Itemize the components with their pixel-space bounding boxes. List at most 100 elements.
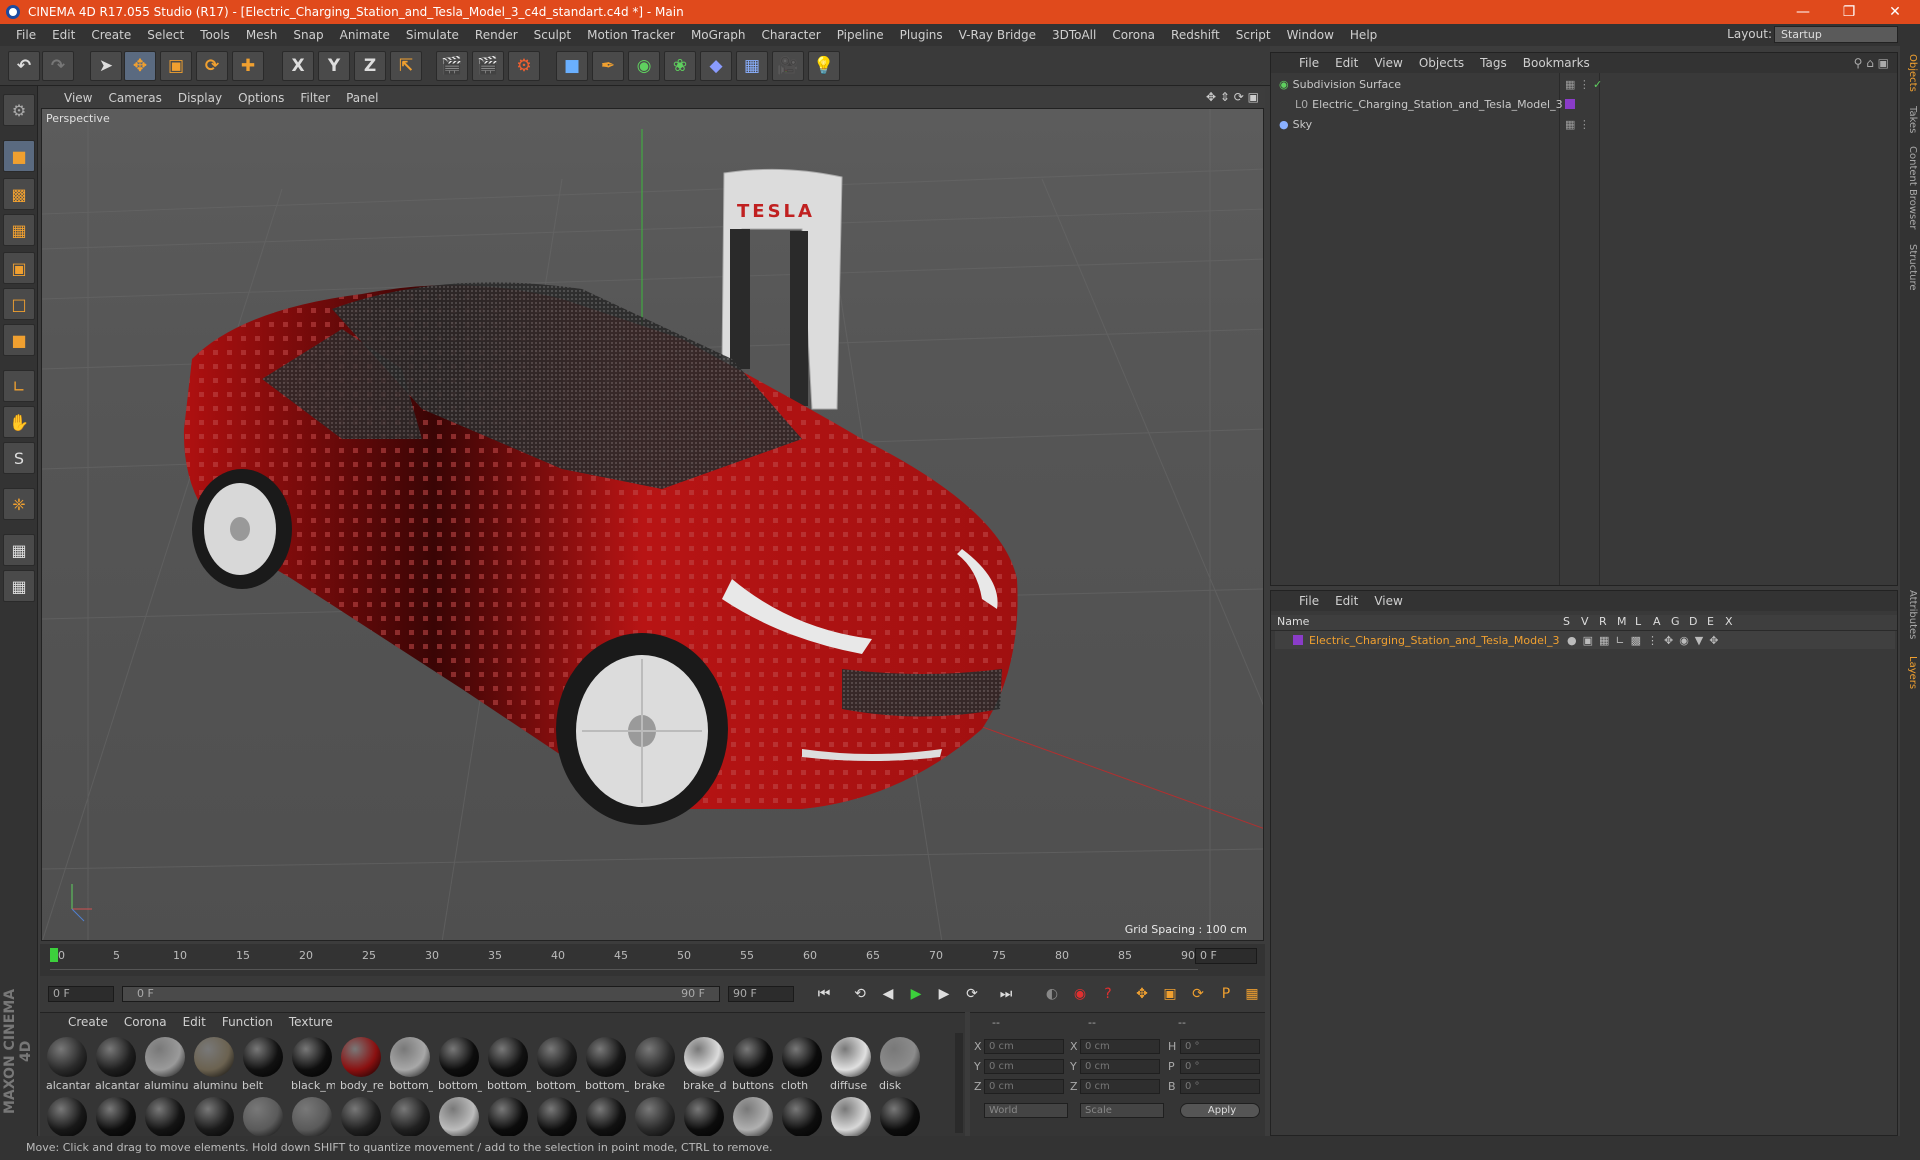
magnet-icon[interactable]: ❈ [3,488,35,520]
menu-simulate[interactable]: Simulate [398,28,467,42]
material-swatch[interactable] [485,1095,531,1137]
menu-animate[interactable]: Animate [332,28,398,42]
material-swatch[interactable]: brake [632,1035,678,1093]
layer-menu-file[interactable]: File [1291,594,1327,608]
material-swatch[interactable]: bottom_ [583,1035,629,1093]
material-swatch[interactable]: aluminu [142,1035,188,1093]
rotation-b-field[interactable]: 0 ° [1180,1079,1260,1094]
material-swatch[interactable] [632,1095,678,1137]
material-swatch[interactable]: alcantar [93,1035,139,1093]
menu-sculpt[interactable]: Sculpt [526,28,579,42]
size-x-field[interactable]: 0 cm [1080,1039,1160,1054]
viewport-menu-filter[interactable]: Filter [292,91,338,105]
tab-structure[interactable]: Structure [1902,244,1918,291]
viewport-menu-panel[interactable]: Panel [338,91,386,105]
material-swatch[interactable]: bottom_ [387,1035,433,1093]
render-settings-icon[interactable]: ⚙ [508,51,540,81]
restore-icon[interactable]: ❐ [1826,0,1872,24]
move-tool-icon[interactable]: ✥ [124,51,156,81]
axis-mode-icon[interactable]: ∟ [3,370,35,402]
visibility-toggle-icon[interactable]: ▦ ⋮ [1565,78,1590,91]
prev-key-icon[interactable]: ⟲ [848,983,872,1005]
viewport-menu-cameras[interactable]: Cameras [100,91,169,105]
perspective-viewport[interactable]: TESLA Perspective Grid Spacing: 100 cm [41,108,1264,941]
material-swatch[interactable]: buttons [730,1035,776,1093]
menu-character[interactable]: Character [753,28,828,42]
material-swatch[interactable] [534,1095,580,1137]
next-frame-icon[interactable]: ▶ [932,983,956,1005]
material-swatch[interactable] [387,1095,433,1137]
key-pla-icon[interactable]: ▦ [1240,983,1264,1005]
start-frame-field[interactable]: 0 F [48,986,114,1002]
tab-takes[interactable]: Takes [1902,106,1918,133]
x-axis-button[interactable]: X [282,51,314,81]
material-swatch[interactable]: bottom_ [534,1035,580,1093]
menu-select[interactable]: Select [139,28,192,42]
menu-file[interactable]: File [8,28,44,42]
object-menu-objects[interactable]: Objects [1411,56,1472,70]
timeline[interactable]: 0 5 10 15 20 25 30 35 40 45 50 55 60 65 … [40,944,1265,976]
material-swatch[interactable]: bottom_ [436,1035,482,1093]
tab-content-browser[interactable]: Content Browser [1902,146,1918,229]
material-swatch[interactable] [44,1095,90,1137]
viewport-menu-view[interactable]: View [56,91,100,105]
minimize-icon[interactable]: — [1780,0,1826,24]
key-parameter-icon[interactable]: P [1214,983,1238,1005]
material-swatch[interactable] [877,1095,923,1137]
menu-plugins[interactable]: Plugins [892,28,951,42]
material-swatch[interactable]: diffuse [828,1035,874,1093]
layer-color-swatch[interactable] [1293,635,1303,645]
menu-window[interactable]: Window [1279,28,1342,42]
mograph-cloner-icon[interactable]: ❀ [664,51,696,81]
position-y-field[interactable]: 0 cm [984,1059,1064,1074]
object-menu-edit[interactable]: Edit [1327,56,1366,70]
model-mode-icon[interactable]: ■ [3,140,35,172]
object-row-sky[interactable]: ● Sky ▦ ⋮ [1275,115,1895,133]
render-view-icon[interactable]: 🎬 [436,51,468,81]
rotate-tool-icon[interactable]: ⟳ [196,51,228,81]
tab-objects[interactable]: Objects [1902,54,1918,92]
position-z-field[interactable]: 0 cm [984,1079,1064,1094]
scale-tool-icon[interactable]: ▣ [160,51,192,81]
play-icon[interactable]: ▶ [904,983,928,1005]
object-search-icon[interactable]: ⚲ ⌂ ▣ [1854,56,1889,70]
layer-menu-edit[interactable]: Edit [1327,594,1366,608]
snap-icon[interactable]: S [3,442,35,474]
menu-tools[interactable]: Tools [192,28,238,42]
next-key-icon[interactable]: ⟳ [960,983,984,1005]
material-swatch[interactable] [289,1095,335,1137]
material-swatch[interactable]: brake_d [681,1035,727,1093]
material-scrollbar[interactable] [955,1033,963,1133]
material-menu-corona[interactable]: Corona [116,1015,175,1029]
subdivision-surface-icon[interactable]: ◉ [628,51,660,81]
material-swatch[interactable] [191,1095,237,1137]
material-swatch[interactable] [436,1095,482,1137]
material-swatch[interactable] [730,1095,776,1137]
menu-help[interactable]: Help [1342,28,1385,42]
current-frame-field[interactable]: 0 F [1195,948,1257,964]
key-scale-icon[interactable]: ▣ [1158,983,1182,1005]
material-swatch[interactable]: disk [877,1035,923,1093]
tab-attributes[interactable]: Attributes [1902,590,1918,639]
record-keyframe-icon[interactable]: ◉ [1068,983,1092,1005]
coordinate-system-icon[interactable]: ⇱ [390,51,422,81]
workplane-mode-icon[interactable]: ▦ [3,214,35,246]
playhead-marker[interactable] [50,948,58,962]
menu-corona[interactable]: Corona [1104,28,1163,42]
apply-button[interactable]: Apply [1180,1103,1260,1118]
coord-system-select[interactable]: World [984,1103,1068,1118]
tweak-mode-icon[interactable]: ✋ [3,406,35,438]
material-swatch[interactable] [338,1095,384,1137]
material-swatch[interactable]: aluminu [191,1035,237,1093]
key-position-icon[interactable]: ✥ [1130,983,1154,1005]
material-menu-edit[interactable]: Edit [175,1015,214,1029]
frame-range-slider[interactable]: 0 F 90 F [122,986,720,1002]
enabled-check-icon[interactable]: ✓ [1593,78,1602,91]
size-mode-select[interactable]: Scale [1080,1103,1164,1118]
viewport-menu-options[interactable]: Options [230,91,292,105]
material-menu-texture[interactable]: Texture [281,1015,341,1029]
material-menu-function[interactable]: Function [214,1015,281,1029]
undo-icon[interactable]: ↶ [8,51,40,81]
workplane-icon[interactable]: ▦ [3,570,35,602]
goto-start-icon[interactable]: ⏮ [812,983,836,1005]
